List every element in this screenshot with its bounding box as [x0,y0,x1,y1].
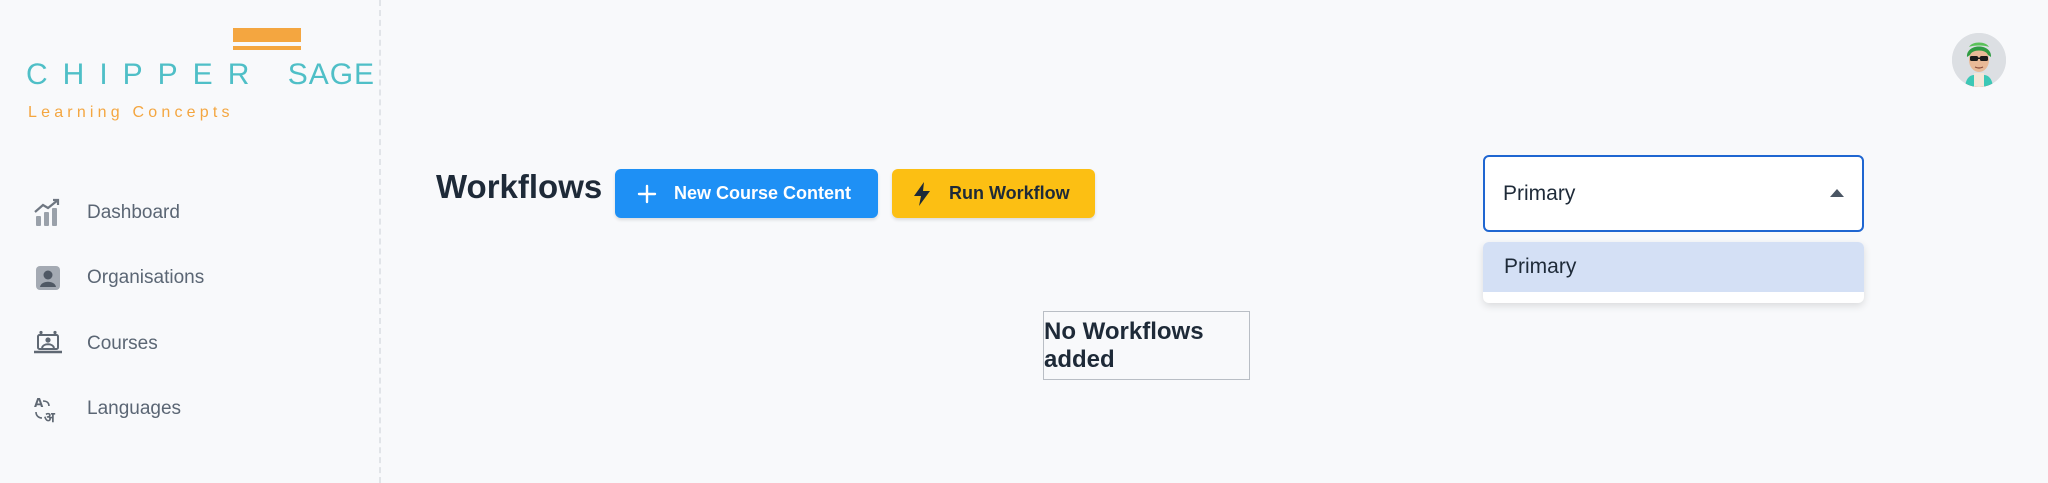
chart-growth-icon [32,197,64,229]
sidebar-item-label: Languages [87,398,182,420]
sidebar-item-dashboard[interactable]: Dashboard [32,180,362,246]
page-title: Workflows [436,168,603,205]
new-course-content-button[interactable]: New Course Content [615,169,878,218]
svg-text:अ: अ [44,410,56,424]
logo-wordmark: CHIPPER SAGE [26,58,375,92]
lightning-icon [910,181,934,206]
main-content: Workflows New Course Content Run Workflo… [381,0,2048,483]
logo-tagline: Learning Concepts [28,104,234,121]
sidebar: CHIPPER SAGE Learning Concepts Dashboard [0,0,381,483]
sidebar-item-label: Organisations [87,267,205,289]
sidebar-item-organisations[interactable]: Organisations [32,246,362,312]
caret-up-icon [1830,189,1844,197]
workflow-dropdown-menu: Primary [1483,242,1864,303]
workflow-option-primary[interactable]: Primary [1483,242,1864,292]
plus-icon [635,182,659,206]
logo-bars [233,28,301,50]
sidebar-nav: Dashboard Organisations Courses A अ Lang… [32,180,362,442]
logo-main-text: CHIPPER [26,58,265,91]
empty-state-message: No Workflows added [1043,311,1250,380]
svg-text:A: A [34,396,44,410]
translate-icon: A अ [32,393,64,425]
sidebar-item-label: Courses [87,332,158,354]
workflow-select[interactable]: Primary [1483,155,1864,232]
workflow-select-value: Primary [1503,181,1576,205]
new-course-content-label: New Course Content [674,183,852,203]
run-workflow-button[interactable]: Run Workflow [892,169,1095,218]
user-avatar[interactable] [1952,33,2006,87]
logo[interactable]: CHIPPER SAGE Learning Concepts [26,28,374,128]
sidebar-item-languages[interactable]: A अ Languages [32,377,362,443]
sidebar-item-courses[interactable]: Courses [32,311,362,377]
id-badge-icon [32,262,64,294]
laptop-course-icon [32,328,64,360]
run-workflow-label: Run Workflow [949,183,1070,203]
app-root: CHIPPER SAGE Learning Concepts Dashboard [0,0,2048,483]
logo-main-text-2: SAGE [287,58,376,91]
sidebar-item-label: Dashboard [87,201,180,223]
